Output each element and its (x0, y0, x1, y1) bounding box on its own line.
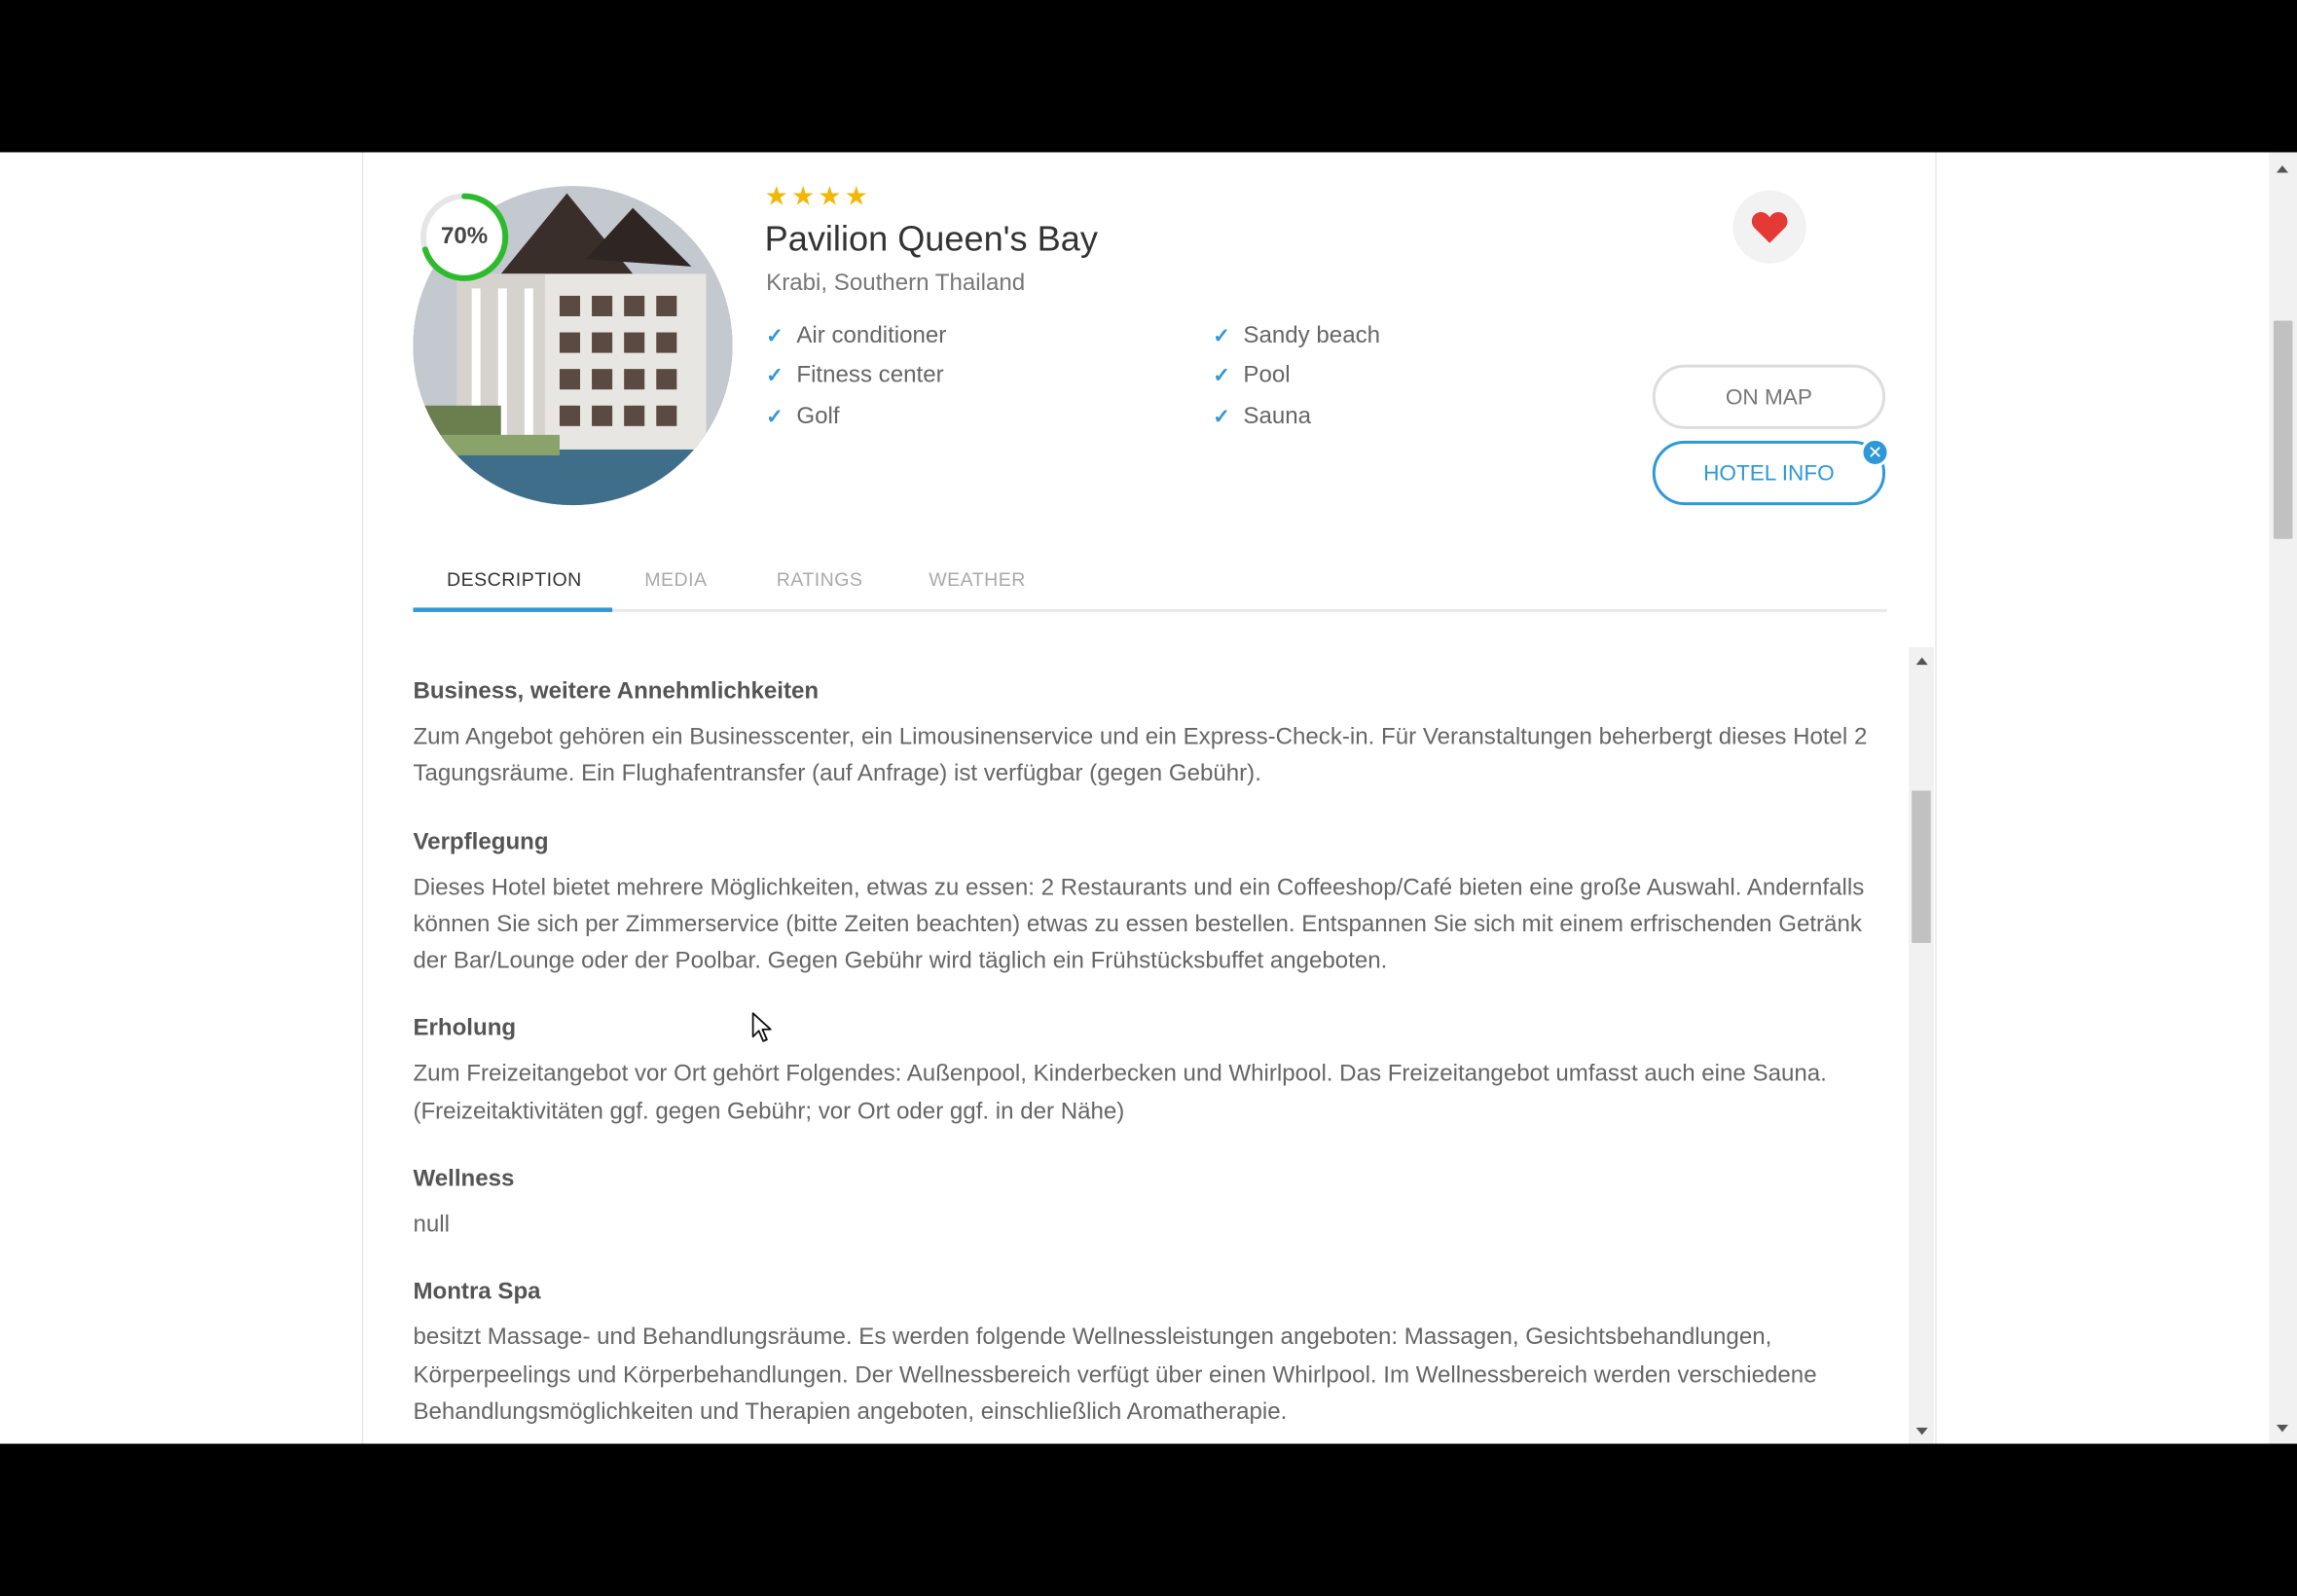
scroll-up-arrow-icon[interactable] (2276, 165, 2288, 173)
scrollbar-thumb[interactable] (2273, 320, 2293, 539)
section-body: null (413, 1212, 450, 1238)
description-section: Verpflegung Dieses Hotel bietet mehrere … (413, 825, 1913, 980)
star-icon: ★ (818, 181, 844, 213)
amenity-label: Sauna (1243, 404, 1312, 429)
active-tab-indicator (413, 607, 613, 612)
check-icon: ✓ (766, 404, 784, 428)
amenity-item: ✓ Air conditioner (766, 324, 946, 350)
section-title: Montra Spa (413, 1280, 541, 1306)
amenity-item: ✓ Golf (766, 404, 839, 430)
star-icon: ★ (844, 181, 870, 213)
amenity-label: Golf (796, 404, 840, 429)
description-section: Wellness null (413, 1163, 1913, 1244)
scroll-down-arrow-icon[interactable] (1915, 1427, 1928, 1435)
section-title: Verpflegung (413, 829, 549, 855)
description-panel: Business, weitere Annehmlichkeiten Zum A… (413, 647, 1913, 1443)
description-section: Montra Spa besitzt Massage- und Behandlu… (413, 1276, 1913, 1431)
star-icon: ★ (764, 181, 790, 213)
hotel-info-button[interactable]: HOTEL INFO (1652, 440, 1886, 506)
section-body: Zum Freizeitangebot vor Ort gehört Folge… (413, 1062, 1827, 1125)
scroll-down-arrow-icon[interactable] (2276, 1424, 2288, 1433)
amenity-label: Air conditioner (796, 323, 947, 349)
section-body: besitzt Massage- und Behandlungsräume. E… (413, 1325, 1817, 1425)
description-section: Business, weitere Annehmlichkeiten Zum A… (413, 675, 1913, 793)
heart-icon (1751, 212, 1788, 243)
amenity-item: ✓ Sandy beach (1213, 324, 1380, 350)
scroll-up-arrow-icon[interactable] (1915, 657, 1928, 666)
amenity-label: Sandy beach (1243, 323, 1381, 349)
check-icon: ✓ (1213, 404, 1230, 428)
section-title: Business, weitere Annehmlichkeiten (413, 679, 820, 705)
description-section: Erholung Zum Freizeitangebot vor Ort geh… (413, 1012, 1913, 1130)
rating-score-ring: 70% (418, 191, 511, 284)
check-icon: ✓ (1213, 363, 1230, 387)
tab-ratings[interactable]: RATINGS (777, 568, 863, 612)
tab-bar: DESCRIPTION MEDIA RATINGS WEATHER (413, 560, 1887, 612)
amenity-item: ✓ Fitness center (766, 363, 943, 389)
amenity-label: Pool (1243, 363, 1291, 388)
screen: 70% ★★★★ Pavilion Queen's Bay Krabi, Sou… (0, 0, 2297, 1596)
hotel-location: Krabi, Southern Thailand (766, 271, 1026, 296)
check-icon: ✓ (1213, 323, 1230, 347)
amenity-label: Fitness center (796, 363, 944, 388)
on-map-button[interactable]: ON MAP (1652, 364, 1886, 429)
star-rating: ★★★★ (765, 182, 871, 213)
score-percent: 70% (441, 224, 489, 249)
amenity-item: ✓ Sauna (1213, 404, 1311, 430)
check-icon: ✓ (766, 323, 784, 347)
tab-media[interactable]: MEDIA (644, 568, 707, 612)
description-scrollbar[interactable] (1909, 647, 1934, 1444)
close-icon[interactable]: ✕ (1860, 437, 1890, 467)
star-icon: ★ (790, 181, 817, 213)
favorite-button[interactable] (1732, 190, 1806, 264)
hotel-card: 70% ★★★★ Pavilion Queen's Bay Krabi, Sou… (361, 152, 1937, 1444)
section-body: Dieses Hotel bietet mehrere Möglichkeite… (413, 875, 1865, 974)
tab-weather[interactable]: WEATHER (929, 568, 1026, 612)
amenity-item: ✓ Pool (1213, 363, 1290, 389)
page-scrollbar[interactable] (2269, 152, 2297, 1444)
section-title: Erholung (413, 1016, 517, 1042)
mouse-cursor-icon (751, 1012, 772, 1050)
scrollbar-thumb[interactable] (1912, 790, 1931, 943)
check-icon: ✓ (766, 363, 784, 387)
hotel-name[interactable]: Pavilion Queen's Bay (765, 220, 1098, 261)
browser-viewport: 70% ★★★★ Pavilion Queen's Bay Krabi, Sou… (0, 152, 2297, 1444)
section-body: Zum Angebot gehören ein Businesscenter, … (413, 724, 1868, 787)
tab-description[interactable]: DESCRIPTION (447, 568, 582, 612)
section-title: Wellness (413, 1167, 515, 1192)
